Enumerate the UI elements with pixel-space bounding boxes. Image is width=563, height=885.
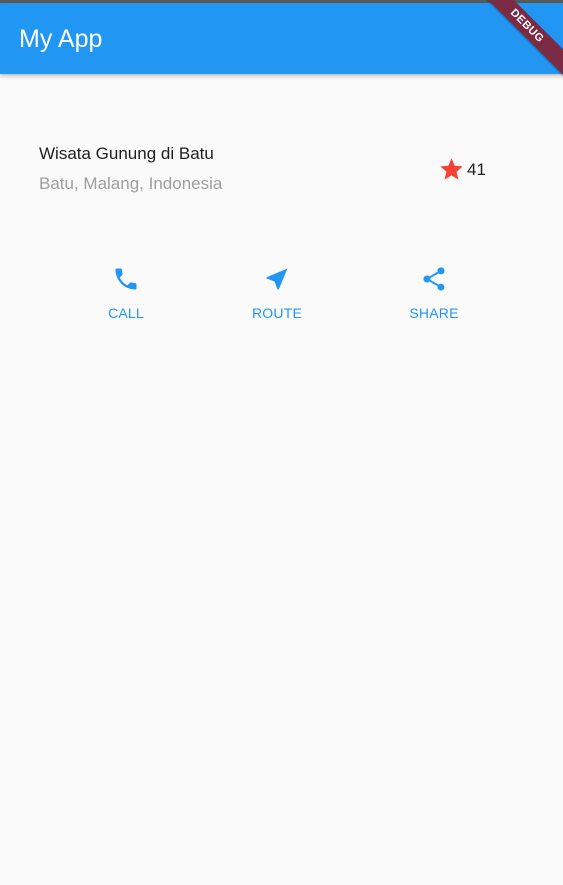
call-label: CALL: [108, 305, 144, 321]
rating-count: 41: [467, 159, 486, 179]
route-button[interactable]: ROUTE: [217, 265, 337, 321]
place-title: Wisata Gunung di Batu: [39, 144, 214, 163]
rating: 41: [438, 156, 486, 183]
app-screen: My App DEBUG Wisata Gunung di Batu Batu,…: [0, 0, 563, 885]
share-label: SHARE: [409, 305, 459, 321]
share-icon: [423, 267, 445, 291]
app-bar: My App: [0, 3, 563, 74]
share-button[interactable]: SHARE: [374, 265, 494, 321]
star-icon: [440, 158, 463, 180]
place-location: Batu, Malang, Indonesia: [39, 174, 223, 193]
phone-icon: [115, 268, 137, 290]
app-title: My App: [19, 25, 103, 53]
navigation-icon: [266, 268, 288, 290]
call-button[interactable]: CALL: [66, 265, 186, 321]
route-label: ROUTE: [252, 305, 302, 321]
